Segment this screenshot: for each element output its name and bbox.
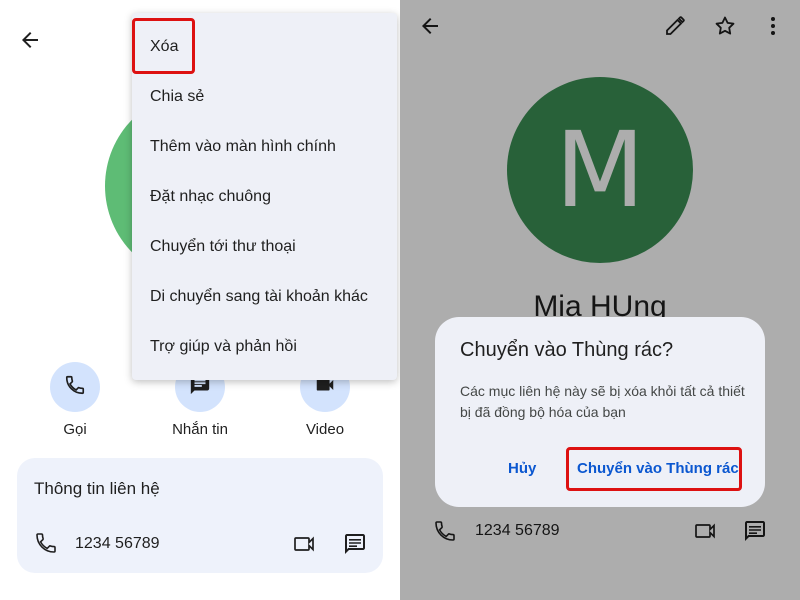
- call-label: Gọi: [63, 421, 87, 438]
- menu-item-help[interactable]: Trợ giúp và phản hồi: [150, 338, 297, 356]
- back-arrow-icon[interactable]: [18, 28, 42, 52]
- dialog-title: Chuyển vào Thùng rác?: [460, 339, 674, 361]
- phone-icon: [64, 374, 86, 401]
- phone-icon: [34, 531, 58, 555]
- contact-info-card: Thông tin liên hệ 1234 56789: [17, 458, 383, 573]
- menu-item-ringtone[interactable]: Đặt nhạc chuông: [150, 188, 271, 206]
- video-label: Video: [305, 421, 345, 438]
- message-icon[interactable]: [343, 532, 367, 556]
- contact-info-title: Thông tin liên hệ: [34, 479, 160, 498]
- highlight-confirm: [566, 447, 742, 491]
- video-camera-icon[interactable]: [292, 532, 316, 556]
- right-screen: M Mia HUng 1234 56789 Chuyển vào Thùng r…: [400, 0, 800, 600]
- call-button[interactable]: [50, 362, 100, 412]
- cancel-button[interactable]: Hủy: [508, 460, 536, 477]
- menu-item-add-home[interactable]: Thêm vào màn hình chính: [150, 138, 336, 156]
- phone-number[interactable]: 1234 56789: [75, 535, 160, 553]
- dialog-scrim[interactable]: [400, 0, 800, 600]
- dialog-message: Các mục liên hệ này sẽ bị xóa khỏi tất c…: [460, 383, 745, 420]
- left-screen: Gọi Nhắn tin Video Thông tin liên hệ 123…: [0, 0, 400, 600]
- message-label: Nhắn tin: [172, 421, 228, 438]
- menu-item-voicemail[interactable]: Chuyển tới thư thoại: [150, 238, 296, 256]
- highlight-delete: [132, 18, 195, 74]
- menu-item-move-account[interactable]: Di chuyển sang tài khoản khác: [150, 288, 368, 306]
- menu-item-share[interactable]: Chia sẻ: [150, 88, 204, 106]
